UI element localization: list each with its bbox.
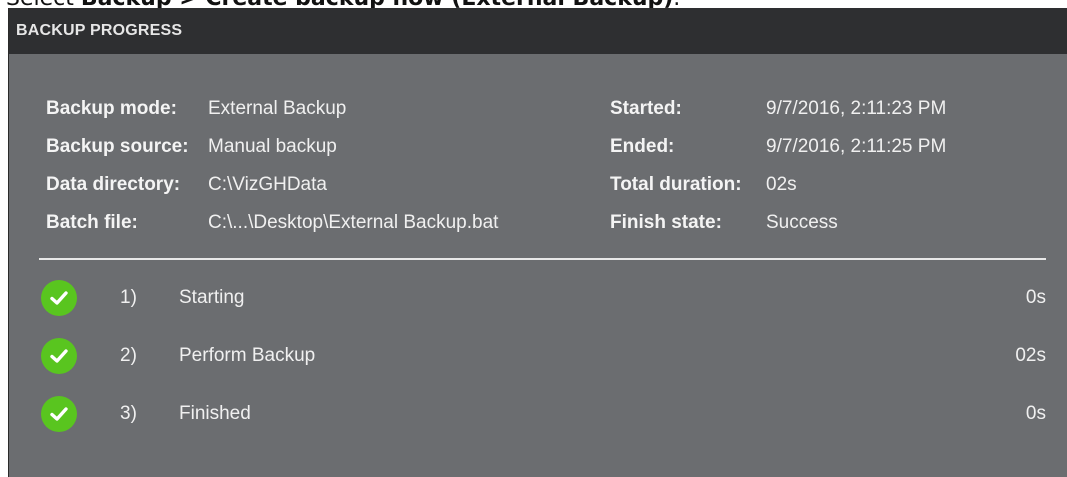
batch-file-value: C:\...\Desktop\External Backup.bat (208, 212, 499, 233)
step-row: 3) Finished 0s (9, 394, 1067, 434)
data-directory-label: Data directory: (46, 174, 181, 195)
step-name: Finished (179, 403, 251, 424)
batch-file-row: Batch file: C:\...\Desktop\External Back… (46, 208, 498, 238)
started-label: Started: (610, 98, 682, 119)
step-duration: 0s (1025, 287, 1046, 308)
step-duration: 0s (1025, 403, 1046, 424)
backup-details: Backup mode: External Backup Backup sour… (9, 54, 1067, 254)
ended-row: Ended: 9/7/2016, 2:11:25 PM (610, 132, 946, 162)
dialog-title: BACKUP PROGRESS (9, 8, 1067, 54)
step-duration: 02s (1015, 345, 1046, 366)
started-row: Started: 9/7/2016, 2:11:23 PM (610, 94, 946, 124)
total-duration-value: 02s (766, 174, 797, 195)
check-circle-icon (41, 280, 77, 316)
backup-source-row: Backup source: Manual backup (46, 132, 337, 162)
backup-progress-dialog: BACKUP PROGRESS Backup mode: External Ba… (8, 8, 1067, 477)
started-value: 9/7/2016, 2:11:23 PM (766, 98, 947, 119)
backup-mode-value: External Backup (208, 98, 347, 119)
check-circle-icon (41, 338, 77, 374)
total-duration-label: Total duration: (610, 174, 742, 195)
backup-source-value: Manual backup (208, 136, 337, 157)
step-number: 3) (120, 403, 137, 424)
finish-state-row: Finish state: Success (610, 208, 838, 238)
step-name: Starting (179, 287, 245, 308)
finish-state-label: Finish state: (610, 212, 722, 233)
data-directory-row: Data directory: C:\VizGHData (46, 170, 327, 200)
section-divider (39, 258, 1046, 260)
check-circle-icon (41, 396, 77, 432)
total-duration-row: Total duration: 02s (610, 170, 797, 200)
ended-value: 9/7/2016, 2:11:25 PM (766, 136, 947, 157)
backup-mode-label: Backup mode: (46, 98, 177, 119)
step-row: 1) Starting 0s (9, 278, 1067, 318)
ended-label: Ended: (610, 136, 675, 157)
step-number: 2) (120, 345, 137, 366)
step-number: 1) (120, 287, 137, 308)
batch-file-label: Batch file: (46, 212, 138, 233)
backup-mode-row: Backup mode: External Backup (46, 94, 346, 124)
data-directory-value: C:\VizGHData (208, 174, 327, 195)
backup-source-label: Backup source: (46, 136, 189, 157)
step-row: 2) Perform Backup 02s (9, 336, 1067, 376)
finish-state-value: Success (766, 212, 838, 233)
step-name: Perform Backup (179, 345, 316, 366)
